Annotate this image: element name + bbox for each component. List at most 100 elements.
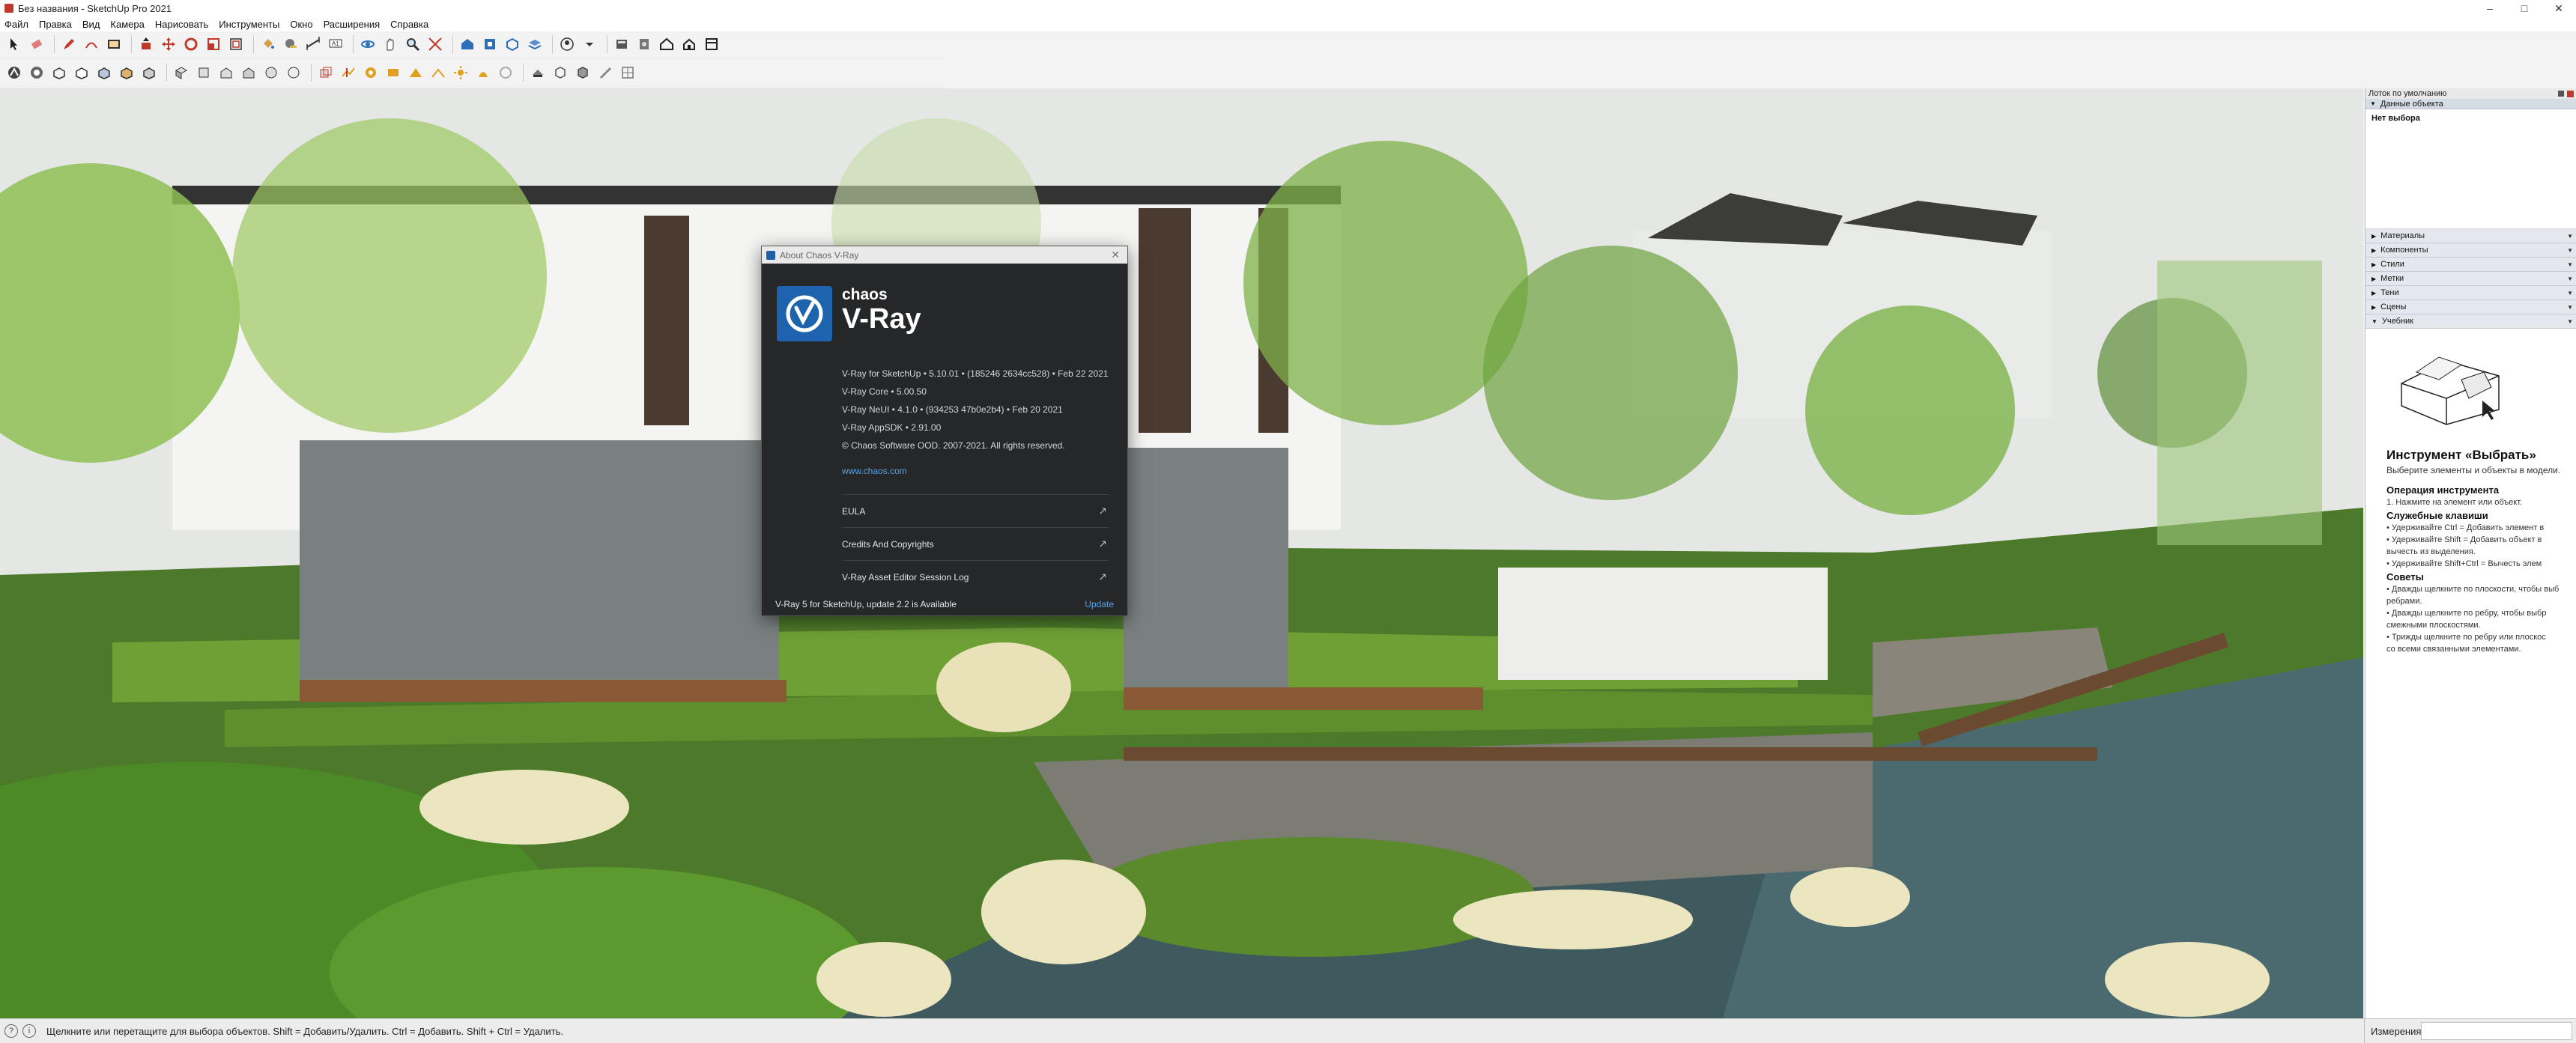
session-log-link-row[interactable]: V-Ray Asset Editor Session Log ↗ [842,560,1109,593]
menu-help[interactable]: Справка [390,19,428,30]
extension-icon[interactable] [480,34,500,54]
menu-view[interactable]: Вид [82,19,100,30]
pencil-icon[interactable] [59,34,79,54]
window-controls: – □ ✕ [2473,0,2576,16]
layers-icon[interactable] [525,34,545,54]
panel-materials[interactable]: ▶ Материалы ▼ [2366,229,2576,243]
vray-home-icon[interactable] [657,34,676,54]
chevron-down-icon[interactable]: ▼ [2567,304,2573,311]
chaos-website-link[interactable]: www.chaos.com [842,466,907,476]
chevron-down-icon[interactable]: ▼ [2567,233,2573,240]
left-view-icon[interactable] [284,63,303,82]
position-camera-icon[interactable] [595,63,615,82]
iso-view-icon[interactable] [172,63,191,82]
brand-chaos: chaos [842,286,888,303]
monochrome-icon[interactable] [139,63,159,82]
select-tool-illustration [2401,356,2500,425]
model-viewport[interactable] [0,88,2363,1018]
stamp-icon[interactable] [361,63,381,82]
minimize-button[interactable]: – [2473,0,2507,16]
add-detail-icon[interactable] [406,63,425,82]
chevron-down-icon[interactable] [580,34,599,54]
help-icon[interactable]: ? [4,1024,18,1038]
warehouse-icon[interactable] [458,34,477,54]
chevron-down-icon[interactable]: ▼ [2567,276,2573,282]
menu-window[interactable]: Окно [290,19,312,30]
flip-edge-icon[interactable] [428,63,448,82]
chevron-down-icon[interactable]: ▼ [2567,290,2573,297]
menu-extensions[interactable]: Расширения [324,19,381,30]
menu-edit[interactable]: Правка [39,19,72,30]
drape-icon[interactable] [384,63,403,82]
paint-bucket-icon[interactable] [258,34,278,54]
rotate-icon[interactable] [181,34,201,54]
chevron-down-icon[interactable]: ▼ [2567,318,2573,325]
vray-render-icon[interactable] [634,34,654,54]
pan-icon[interactable] [381,34,400,54]
close-button[interactable]: ✕ [2542,0,2576,16]
menu-tools[interactable]: Инструменты [219,19,279,30]
vray-frame-icon[interactable] [702,34,721,54]
look-around-icon[interactable] [573,63,593,82]
rectangle-icon[interactable] [104,34,124,54]
zoom-icon[interactable] [403,34,422,54]
walk-icon[interactable] [551,63,570,82]
sun-icon[interactable] [451,63,470,82]
credits-link-row[interactable]: Credits And Copyrights ↗ [842,527,1109,560]
front-view-icon[interactable] [216,63,236,82]
orbit-icon[interactable] [358,34,378,54]
menu-file[interactable]: Файл [4,19,28,30]
textured-icon[interactable] [117,63,136,82]
dimension-icon[interactable] [303,34,323,54]
panel-instructor[interactable]: ▼ Учебник ▼ [2366,314,2576,329]
sandbox-icon[interactable] [316,63,336,82]
shadow-icon[interactable] [473,63,493,82]
eula-link-row[interactable]: EULA ↗ [842,494,1109,527]
zoom-extents-icon[interactable] [425,34,445,54]
eraser-icon[interactable] [27,34,46,54]
panel-components[interactable]: ▶ Компоненты ▼ [2366,243,2576,258]
smoove-icon[interactable] [339,63,358,82]
back-view-icon[interactable] [261,63,281,82]
tape-measure-icon[interactable] [281,34,300,54]
text-icon[interactable]: A1 [326,34,345,54]
panel-scenes[interactable]: ▶ Сцены ▼ [2366,300,2576,314]
fog-icon[interactable] [496,63,515,82]
wireframe-icon[interactable] [49,63,69,82]
panel-styles[interactable]: ▶ Стили ▼ [2366,258,2576,272]
scale-icon[interactable] [204,34,223,54]
xray-icon[interactable] [4,63,24,82]
measurements-input[interactable] [2421,1022,2572,1040]
offset-icon[interactable] [226,34,246,54]
back-edges-icon[interactable] [27,63,46,82]
menu-camera[interactable]: Камера [110,19,144,30]
chevron-down-icon[interactable]: ▼ [2567,261,2573,268]
dialog-title-bar[interactable]: About Chaos V-Ray ✕ [762,246,1127,264]
section-icon[interactable] [618,63,637,82]
move-icon[interactable] [159,34,178,54]
shaded-icon[interactable] [94,63,114,82]
vray-house-icon[interactable] [679,34,699,54]
entity-info-panel-header[interactable]: ▼ Данные объекта [2366,99,2576,109]
select-icon[interactable] [4,34,24,54]
top-view-icon[interactable] [194,63,213,82]
hidden-line-icon[interactable] [72,63,91,82]
maximize-button[interactable]: □ [2507,0,2542,16]
update-button[interactable]: Update [1085,599,1114,609]
push-pull-icon[interactable] [136,34,156,54]
arc-icon[interactable] [82,34,101,54]
menu-draw[interactable]: Нарисовать [155,19,208,30]
camera-icon[interactable] [528,63,548,82]
toolbar-separator [523,64,524,82]
account-icon[interactable] [557,34,577,54]
vray-asset-editor-icon[interactable] [612,34,631,54]
component-icon[interactable] [503,34,522,54]
panel-tags[interactable]: ▶ Метки ▼ [2366,272,2576,286]
panel-shadows[interactable]: ▶ Тени ▼ [2366,286,2576,300]
chevron-down-icon[interactable]: ▼ [2567,247,2573,254]
right-view-icon[interactable] [239,63,258,82]
pin-icon[interactable] [2558,90,2564,97]
close-icon[interactable] [2567,90,2574,97]
info-icon[interactable]: i [22,1024,36,1038]
dialog-close-button[interactable]: ✕ [1111,249,1120,261]
